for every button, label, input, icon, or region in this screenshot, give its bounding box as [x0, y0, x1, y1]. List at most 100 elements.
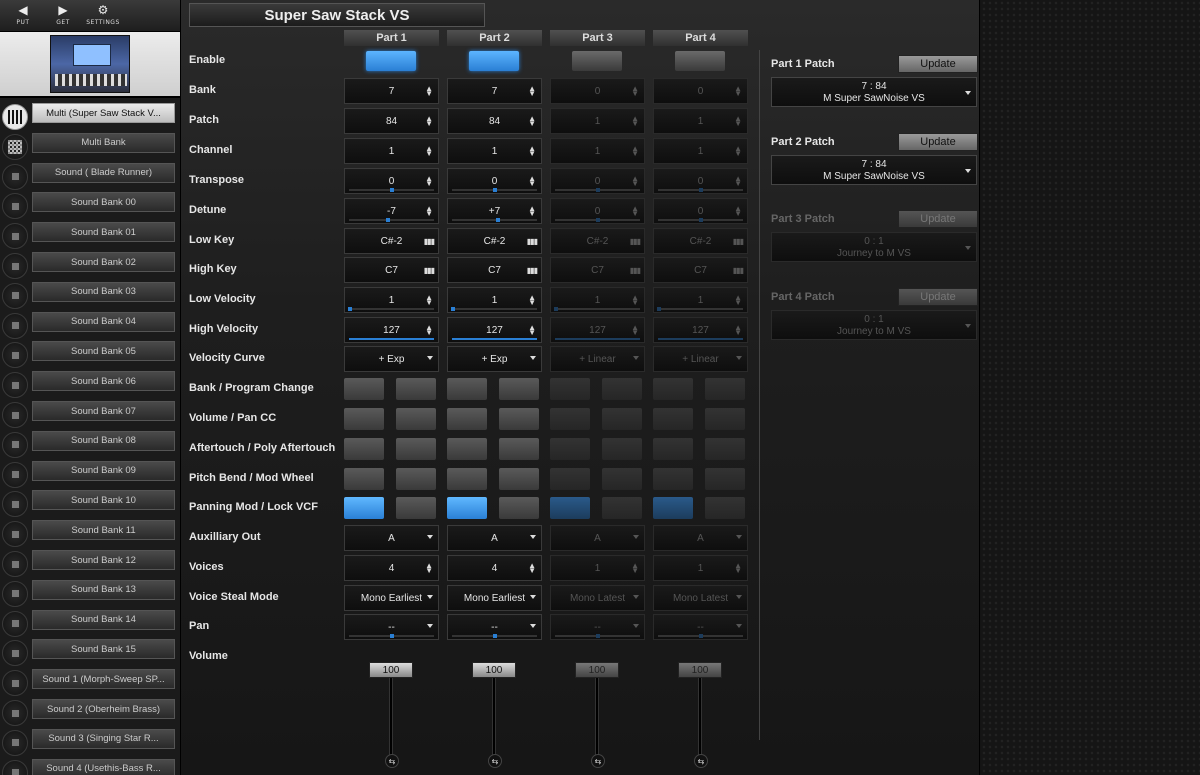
spinner-arrows-icon[interactable]: ▲ ▼	[425, 115, 433, 128]
low-key-control[interactable]: C#-2 ▮▮▮	[344, 228, 439, 254]
voice-steal-control[interactable]: Mono Earliest	[344, 585, 439, 611]
channel-control[interactable]: 1 ▲ ▼	[550, 138, 645, 164]
update-button[interactable]: Update	[898, 210, 978, 228]
spinner-arrows-icon[interactable]: ▲ ▼	[528, 175, 536, 188]
volume-pan-cc-toggle[interactable]	[550, 408, 590, 430]
sidebar-item[interactable]: Sound ( Blade Runner)	[0, 161, 180, 191]
low-velocity-control[interactable]: 1 ▲ ▼	[447, 287, 542, 313]
patch-control[interactable]: 1 ▲ ▼	[653, 108, 748, 134]
low-key-control[interactable]: C#-2 ▮▮▮	[550, 228, 645, 254]
volume-fader-handle[interactable]: 100	[472, 662, 516, 678]
spinner-arrows-icon[interactable]: ▲ ▼	[528, 294, 536, 307]
aftertouch-toggle[interactable]	[653, 438, 693, 460]
get-button[interactable]: ▶ GET	[46, 0, 80, 30]
patch-select[interactable]: 0 : 1 Journey to M VS	[771, 232, 977, 262]
pitch-bend-toggle[interactable]	[550, 468, 590, 490]
bank-program-change-toggle[interactable]	[602, 378, 642, 400]
spinner-arrows-icon[interactable]: ▲ ▼	[734, 145, 742, 158]
sidebar-item[interactable]: Sound Bank 03	[0, 280, 180, 310]
spinner-arrows-icon[interactable]: ▲ ▼	[528, 115, 536, 128]
low-key-control[interactable]: C#-2 ▮▮▮	[653, 228, 748, 254]
panning-mod-toggle[interactable]	[550, 497, 590, 519]
transpose-control[interactable]: 0 ▲ ▼	[550, 168, 645, 194]
update-button[interactable]: Update	[898, 287, 978, 306]
spinner-arrows-icon[interactable]: ▲ ▼	[734, 85, 742, 98]
aux-out-control[interactable]: A	[344, 525, 439, 551]
bank-program-change-toggle[interactable]	[344, 378, 384, 400]
volume-pan-cc-toggle[interactable]	[705, 408, 745, 430]
channel-control[interactable]: 1 ▲ ▼	[653, 138, 748, 164]
patch-select[interactable]: 0 : 1 Journey to M VS	[771, 309, 977, 340]
keyboard-icon[interactable]: ▮▮▮	[424, 266, 435, 275]
volume-fader-handle[interactable]: 100	[575, 662, 619, 678]
spinner-arrows-icon[interactable]: ▲ ▼	[528, 205, 536, 218]
volume-fader-track[interactable]	[595, 665, 599, 765]
keyboard-icon[interactable]: ▮▮▮	[630, 237, 641, 246]
pitch-bend-toggle[interactable]	[396, 468, 436, 490]
sidebar-item[interactable]: Sound Bank 13	[0, 578, 180, 608]
bank-program-change-toggle[interactable]	[653, 378, 693, 400]
bank-control[interactable]: 0 ▲ ▼	[653, 78, 748, 104]
voice-steal-control[interactable]: Mono Latest	[653, 585, 748, 611]
aftertouch-toggle[interactable]	[705, 438, 745, 460]
pitch-bend-toggle[interactable]	[602, 468, 642, 490]
bank-program-change-toggle[interactable]	[550, 378, 590, 400]
patch-select[interactable]: 7 : 84 M Super SawNoise VS	[771, 154, 977, 185]
sidebar-item[interactable]: Sound Bank 14	[0, 608, 180, 638]
enable-toggle[interactable]	[366, 51, 416, 71]
panning-mod-toggle[interactable]	[344, 497, 384, 519]
channel-control[interactable]: 1 ▲ ▼	[447, 138, 542, 164]
keyboard-icon[interactable]: ▮▮▮	[527, 237, 538, 246]
aux-out-control[interactable]: A	[550, 525, 645, 551]
link-icon[interactable]: ⇆	[385, 754, 399, 768]
link-icon[interactable]: ⇆	[694, 754, 708, 768]
volume-fader-track[interactable]	[389, 665, 393, 765]
low-velocity-control[interactable]: 1 ▲ ▼	[344, 287, 439, 313]
update-button[interactable]: Update	[898, 132, 978, 151]
voices-control[interactable]: 1 ▲ ▼	[653, 555, 748, 581]
panning-mod-toggle[interactable]	[447, 497, 487, 519]
spinner-arrows-icon[interactable]: ▲ ▼	[425, 145, 433, 158]
velocity-curve-control[interactable]: + Exp	[447, 346, 542, 372]
spinner-arrows-icon[interactable]: ▲ ▼	[734, 562, 742, 575]
high-velocity-control[interactable]: 127 ▲ ▼	[447, 317, 542, 343]
volume-pan-cc-toggle[interactable]	[499, 408, 539, 430]
detune-control[interactable]: +7 ▲ ▼	[447, 198, 542, 224]
voice-steal-control[interactable]: Mono Latest	[550, 585, 645, 611]
enable-toggle[interactable]	[469, 51, 519, 71]
pitch-bend-toggle[interactable]	[344, 468, 384, 490]
spinner-arrows-icon[interactable]: ▲ ▼	[425, 175, 433, 188]
spinner-arrows-icon[interactable]: ▲ ▼	[528, 562, 536, 575]
aftertouch-toggle[interactable]	[447, 438, 487, 460]
bank-control[interactable]: 7 ▲ ▼	[447, 78, 542, 104]
volume-fader-handle[interactable]: 100	[678, 662, 722, 678]
put-button[interactable]: ◀ PUT	[6, 0, 40, 30]
enable-toggle[interactable]	[675, 51, 725, 71]
sidebar-item[interactable]: Sound 2 (Oberheim Brass)	[0, 697, 180, 727]
pan-control[interactable]: --	[447, 614, 542, 640]
sidebar-item[interactable]: Sound Bank 05	[0, 339, 180, 369]
spinner-arrows-icon[interactable]: ▲ ▼	[734, 115, 742, 128]
volume-fader-track[interactable]	[492, 665, 496, 765]
patch-control[interactable]: 84 ▲ ▼	[447, 108, 542, 134]
velocity-curve-control[interactable]: + Exp	[344, 346, 439, 372]
pan-control[interactable]: --	[653, 614, 748, 640]
aux-out-control[interactable]: A	[653, 525, 748, 551]
sidebar-item[interactable]: Sound Bank 01	[0, 220, 180, 250]
spinner-arrows-icon[interactable]: ▲ ▼	[631, 85, 639, 98]
voices-control[interactable]: 4 ▲ ▼	[344, 555, 439, 581]
bank-program-change-toggle[interactable]	[705, 378, 745, 400]
high-velocity-control[interactable]: 127 ▲ ▼	[653, 317, 748, 343]
pitch-bend-toggle[interactable]	[499, 468, 539, 490]
volume-pan-cc-toggle[interactable]	[447, 408, 487, 430]
sidebar-item[interactable]: Sound Bank 11	[0, 518, 180, 548]
link-icon[interactable]: ⇆	[488, 754, 502, 768]
spinner-arrows-icon[interactable]: ▲ ▼	[528, 324, 536, 337]
low-velocity-control[interactable]: 1 ▲ ▼	[550, 287, 645, 313]
spinner-arrows-icon[interactable]: ▲ ▼	[425, 562, 433, 575]
spinner-arrows-icon[interactable]: ▲ ▼	[734, 175, 742, 188]
volume-pan-cc-toggle[interactable]	[602, 408, 642, 430]
detune-control[interactable]: 0 ▲ ▼	[653, 198, 748, 224]
pitch-bend-toggle[interactable]	[447, 468, 487, 490]
keyboard-icon[interactable]: ▮▮▮	[733, 266, 744, 275]
